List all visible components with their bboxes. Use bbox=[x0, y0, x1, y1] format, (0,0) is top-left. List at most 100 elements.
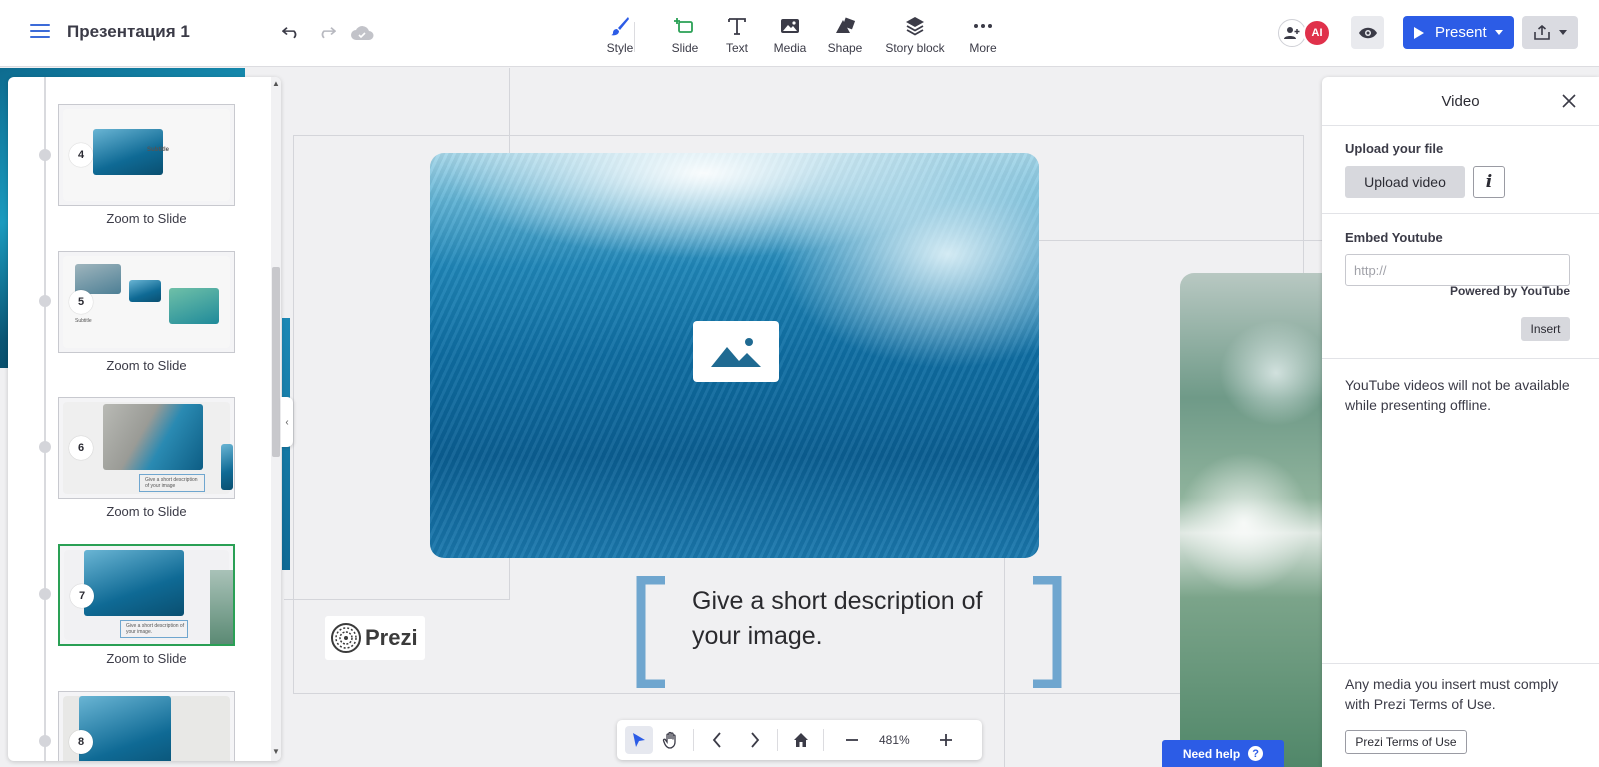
minus-icon bbox=[846, 739, 858, 741]
zoom-out-button[interactable] bbox=[838, 726, 866, 754]
story-block-tool[interactable]: Story block bbox=[884, 14, 946, 60]
slide-number: 8 bbox=[69, 730, 93, 754]
document-title[interactable]: Презентация 1 bbox=[67, 22, 190, 42]
slide-path-label: Zoom to Slide bbox=[106, 651, 187, 666]
collapse-panel-button[interactable]: ‹ bbox=[281, 397, 293, 447]
zoom-in-button[interactable] bbox=[932, 726, 960, 754]
toolbar-divider bbox=[777, 729, 778, 751]
tool-label: More bbox=[969, 41, 997, 55]
video-panel: Video Upload your file Upload video i Em… bbox=[1322, 77, 1599, 767]
thumbnail-photo bbox=[84, 550, 184, 616]
insert-button[interactable]: Insert bbox=[1521, 317, 1570, 341]
slide-number: 5 bbox=[69, 290, 93, 314]
right-bracket-shape[interactable] bbox=[1029, 576, 1067, 688]
timeline-dot bbox=[39, 588, 51, 600]
prezi-logo-icon bbox=[331, 623, 361, 653]
prezi-logo: Prezi bbox=[325, 616, 425, 660]
left-bracket-shape[interactable] bbox=[631, 576, 669, 688]
question-icon: ? bbox=[1248, 746, 1264, 761]
slide-path-label: Zoom to Slide bbox=[106, 211, 187, 226]
previous-step-button[interactable] bbox=[703, 726, 731, 754]
tool-label: Style bbox=[606, 41, 634, 55]
cloud-saved-icon bbox=[350, 22, 374, 44]
slide-thumbnail-4[interactable]: Subtitle 4 bbox=[58, 104, 235, 206]
thumbnail-photo bbox=[103, 404, 203, 470]
panel-title: Video bbox=[1441, 93, 1480, 110]
wave-image[interactable] bbox=[430, 153, 1039, 558]
terms-of-use-button[interactable]: Prezi Terms of Use bbox=[1345, 730, 1467, 754]
slide-number: 4 bbox=[69, 143, 93, 167]
offline-note: YouTube videos will not be available whi… bbox=[1345, 377, 1570, 413]
thumbnail-caption: Give a short description of your image. bbox=[126, 623, 185, 635]
slide-number: 7 bbox=[70, 584, 94, 608]
timeline-dot bbox=[39, 441, 51, 453]
add-user-icon bbox=[1284, 27, 1300, 39]
undo-icon[interactable] bbox=[280, 22, 304, 44]
tool-label: Story block bbox=[885, 41, 945, 55]
more-tool[interactable]: More bbox=[952, 14, 1014, 60]
section-divider bbox=[1322, 213, 1599, 214]
slide-thumbnail-6[interactable]: Give a short description of your image 6 bbox=[58, 397, 235, 499]
navigation-toolbar: 481% bbox=[617, 720, 982, 760]
slide-path-label: Zoom to Slide bbox=[106, 504, 187, 519]
tool-label: Media bbox=[773, 41, 807, 55]
youtube-url-input[interactable] bbox=[1345, 254, 1570, 286]
section-divider bbox=[1322, 125, 1599, 126]
thumbnail-photo bbox=[79, 696, 171, 761]
zoom-level: 481% bbox=[879, 733, 910, 747]
next-step-button[interactable] bbox=[741, 726, 769, 754]
chevron-down-icon bbox=[1559, 30, 1567, 35]
top-toolbar: Презентация 1 Style Slide Text Media Sha… bbox=[0, 0, 1599, 67]
ice-wave-image[interactable] bbox=[1180, 273, 1340, 767]
terms-note: Any media you insert must comply with Pr… bbox=[1345, 676, 1559, 712]
pan-tool-button[interactable] bbox=[657, 726, 685, 754]
media-tool[interactable]: Media bbox=[759, 14, 821, 60]
shape-tool[interactable]: Shape bbox=[814, 14, 876, 60]
close-icon[interactable] bbox=[1561, 93, 1577, 109]
toolbar-divider bbox=[693, 729, 694, 751]
toolbar-divider bbox=[634, 22, 635, 52]
eye-icon bbox=[1358, 27, 1377, 38]
upload-section-label: Upload your file bbox=[1345, 141, 1444, 156]
menu-icon[interactable] bbox=[30, 24, 50, 40]
user-avatar[interactable]: AI bbox=[1303, 19, 1331, 47]
cursor-icon bbox=[633, 733, 645, 747]
preview-button[interactable] bbox=[1351, 16, 1384, 49]
thumbnail-photo bbox=[169, 288, 219, 324]
frame-guide bbox=[1004, 240, 1324, 241]
replace-image-button[interactable] bbox=[693, 321, 779, 382]
slide-path-label: Zoom to Slide bbox=[106, 358, 187, 373]
section-divider bbox=[1322, 358, 1599, 359]
scroll-down-icon[interactable]: ▼ bbox=[271, 747, 281, 757]
home-button[interactable] bbox=[787, 726, 815, 754]
slide-thumbnail-5[interactable]: Subtitle 5 bbox=[58, 251, 235, 353]
select-tool-button[interactable] bbox=[625, 726, 653, 754]
thumbnail-subtitle: Subtitle bbox=[75, 318, 92, 324]
present-button[interactable]: Present bbox=[1403, 16, 1514, 49]
thumbnail-photo bbox=[210, 570, 233, 644]
style-tool[interactable]: Style bbox=[589, 14, 651, 60]
slide-thumbnail-7[interactable]: Give a short description of your image. … bbox=[58, 544, 235, 646]
frame-guide bbox=[293, 693, 1303, 694]
play-icon bbox=[1414, 26, 1424, 39]
scrollbar-thumb[interactable] bbox=[272, 267, 280, 457]
add-collaborator-button[interactable] bbox=[1278, 19, 1306, 47]
info-button[interactable]: i bbox=[1473, 166, 1505, 198]
slide-timeline bbox=[44, 77, 46, 761]
more-dots-icon bbox=[952, 14, 1014, 38]
home-icon bbox=[794, 733, 808, 747]
slide-list-scrollbar[interactable]: ▲ ▼ bbox=[271, 77, 281, 761]
share-export-button[interactable] bbox=[1522, 16, 1578, 49]
slide-list-panel: Subtitle 4 Zoom to Slide Subtitle 5 Zoom… bbox=[8, 77, 281, 761]
scroll-up-icon[interactable]: ▲ bbox=[271, 79, 281, 89]
redo-icon[interactable] bbox=[314, 22, 338, 44]
image-caption-text[interactable]: Give a short description of your image. bbox=[692, 584, 1012, 654]
chevron-left-icon bbox=[712, 732, 721, 748]
need-help-button[interactable]: Need help ? bbox=[1162, 740, 1284, 767]
frame-guide bbox=[293, 135, 294, 694]
section-divider bbox=[1322, 663, 1599, 664]
need-help-label: Need help bbox=[1182, 746, 1241, 761]
thumbnail-photo bbox=[129, 280, 161, 302]
upload-video-button[interactable]: Upload video bbox=[1345, 166, 1465, 198]
slide-thumbnail-8[interactable]: 8 bbox=[58, 691, 235, 761]
